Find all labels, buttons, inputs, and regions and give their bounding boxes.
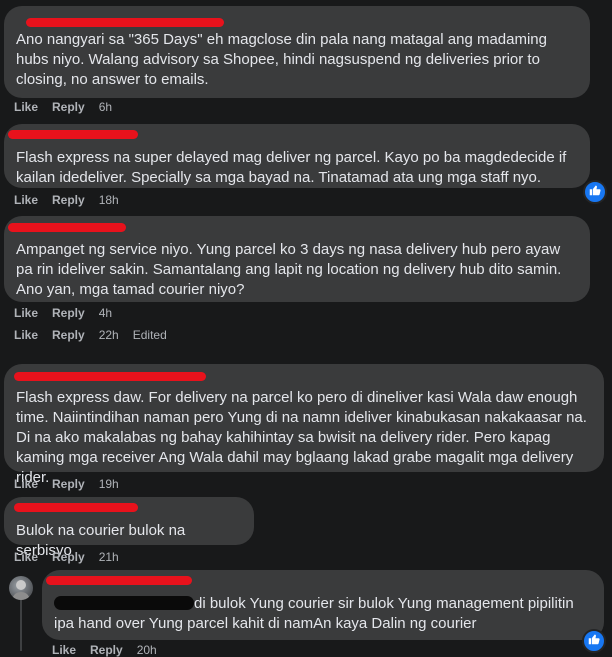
comment-bubble: Ampanget ng service niyo. Yung parcel ko… — [4, 216, 590, 302]
reply-button[interactable]: Reply — [52, 550, 85, 564]
reply-text: di bulok Yung courier sir bulok Yung man… — [54, 594, 592, 634]
reply-timestamp[interactable]: 20h — [137, 643, 157, 657]
comment-timestamp[interactable]: 22h — [99, 328, 119, 342]
like-button[interactable]: Like — [14, 550, 38, 564]
thumbs-up-icon — [589, 183, 601, 201]
like-button[interactable]: Like — [14, 328, 38, 342]
comment-bubble: Ano nangyari sa "365 Days" eh magclose d… — [4, 6, 590, 98]
reply-button[interactable]: Reply — [52, 100, 85, 114]
reply-bubble: di bulok Yung courier sir bulok Yung man… — [42, 570, 604, 640]
redaction-mark — [14, 372, 206, 381]
comment-actions: Like Reply 21h — [14, 550, 119, 564]
redaction-mark — [8, 130, 138, 139]
like-button[interactable]: Like — [14, 477, 38, 491]
like-button[interactable]: Like — [14, 100, 38, 114]
comment-actions: Like Reply 22h Edited — [14, 328, 167, 342]
reply-button[interactable]: Reply — [90, 643, 123, 657]
reply-button[interactable]: Reply — [52, 193, 85, 207]
comment-text: Flash express na super delayed mag deliv… — [16, 149, 567, 186]
edited-label: Edited — [132, 328, 167, 342]
redaction-mark — [14, 503, 138, 512]
redaction-mark — [26, 18, 224, 27]
reply-thread-line — [20, 600, 22, 651]
comment-text: Ano nangyari sa "365 Days" eh magclose d… — [16, 31, 547, 88]
comment-timestamp[interactable]: 18h — [99, 193, 119, 207]
reply-actions: Like Reply 20h — [52, 643, 157, 657]
like-button[interactable]: Like — [52, 643, 76, 657]
reaction-badge[interactable] — [582, 629, 606, 653]
redaction-mark — [54, 596, 194, 610]
comment-bubble: Flash express daw. For delivery na parce… — [4, 364, 604, 486]
avatar-image — [12, 580, 30, 600]
comment-actions: Like Reply 6h — [14, 100, 112, 114]
redaction-mark — [46, 576, 192, 585]
redaction-mark — [8, 223, 126, 232]
comment-text: Flash express daw. For delivery na parce… — [16, 389, 587, 486]
comment-timestamp[interactable]: 21h — [99, 550, 119, 564]
comment-timestamp[interactable]: 6h — [99, 100, 112, 114]
thumbs-up-icon — [588, 632, 600, 650]
reaction-badge[interactable] — [583, 180, 607, 204]
comment-actions: Like Reply 4h — [14, 306, 112, 320]
comment-timestamp[interactable]: 19h — [99, 477, 119, 491]
like-button[interactable]: Like — [14, 193, 38, 207]
comment-actions: Like Reply 18h — [14, 193, 119, 207]
comment-timestamp[interactable]: 4h — [99, 306, 112, 320]
like-button[interactable]: Like — [14, 306, 38, 320]
reply-button[interactable]: Reply — [52, 328, 85, 342]
reply-button[interactable]: Reply — [52, 306, 85, 320]
comment-bubble: Flash express na super delayed mag deliv… — [4, 124, 590, 188]
comment-actions: Like Reply 19h — [14, 477, 119, 491]
reply-button[interactable]: Reply — [52, 477, 85, 491]
avatar[interactable] — [9, 576, 33, 600]
comment-text: Ampanget ng service niyo. Yung parcel ko… — [16, 241, 562, 298]
comment-bubble: Bulok na courier bulok na serbisyo — [4, 497, 254, 559]
